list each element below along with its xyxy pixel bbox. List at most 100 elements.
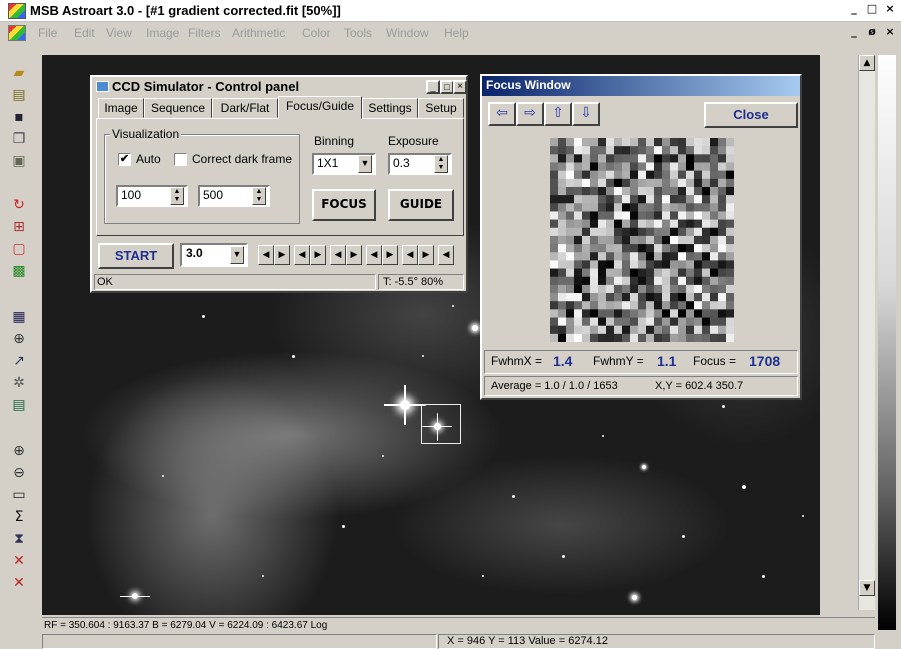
arrow-right-icon[interactable]: ⇨	[516, 102, 544, 126]
pixel	[670, 203, 679, 212]
menu-help[interactable]: Help	[444, 26, 469, 40]
pixel	[694, 178, 703, 188]
panel-close-button[interactable]: ×	[453, 80, 467, 94]
ccd-panel-titlebar[interactable]: CCD Simulator - Control panel	[92, 77, 466, 97]
move-left-button[interactable]: ◀	[330, 245, 346, 265]
menu-arithmetic[interactable]: Arithmetic	[232, 26, 285, 40]
close-button[interactable]: ×	[882, 3, 898, 17]
panel-minimize-button[interactable]: _	[426, 80, 440, 94]
selection-box[interactable]	[421, 404, 461, 444]
close-button[interactable]: Close	[704, 102, 798, 128]
move-left-button[interactable]: ◀	[366, 245, 382, 265]
correct-dark-checkbox[interactable]	[174, 153, 187, 166]
open-folder-icon[interactable]: ▰	[10, 64, 28, 82]
menu-tools[interactable]: Tools	[344, 26, 372, 40]
scroll-down-button[interactable]: ▼	[859, 580, 875, 596]
pixel	[614, 227, 623, 237]
palette-gradient[interactable]	[878, 55, 896, 630]
max-spinner[interactable]: ▲ ▼	[252, 187, 266, 205]
move-left-button[interactable]: ◀	[438, 245, 454, 265]
save-icon[interactable]: ▪	[10, 108, 28, 126]
start-button[interactable]: START	[98, 243, 174, 269]
tab-focus-guide[interactable]: Focus/Guide	[278, 96, 362, 119]
focus-button[interactable]: FOCUS	[312, 189, 376, 221]
pixel	[558, 252, 567, 261]
tab-setup[interactable]: Setup	[418, 98, 464, 118]
pixel	[630, 186, 639, 196]
move-left-button[interactable]: ◀	[402, 245, 418, 265]
move-right-button[interactable]: ▶	[418, 245, 434, 265]
graph-icon[interactable]: ⧗	[10, 530, 28, 548]
xy-text: X,Y = 602.4 350.7	[655, 380, 744, 392]
min-spinner[interactable]: ▲ ▼	[170, 187, 184, 205]
move-right-button[interactable]: ▶	[310, 245, 326, 265]
document-icon[interactable]	[8, 25, 26, 41]
pixel	[646, 293, 655, 302]
pixel	[718, 170, 727, 180]
compare-icon[interactable]: ⊞	[10, 218, 28, 236]
chevron-down-icon[interactable]: ▼	[230, 246, 244, 264]
pixel	[566, 317, 575, 326]
vertical-scrollbar[interactable]: ▲ ▼	[858, 55, 875, 610]
tab-image[interactable]: Image	[98, 98, 144, 118]
layers-icon[interactable]: ▢	[10, 240, 28, 258]
move-left-button[interactable]: ◀	[294, 245, 310, 265]
magnify-icon[interactable]: ⊕	[10, 330, 28, 348]
minimize-button[interactable]: _	[846, 3, 862, 17]
menu-filters[interactable]: Filters	[188, 26, 221, 40]
ccd-status-right: T: -5.5° 80%	[378, 274, 464, 290]
zoom-in-icon[interactable]: ⊕	[10, 442, 28, 460]
menu-file[interactable]: File	[38, 26, 57, 40]
pixel	[686, 284, 695, 294]
menu-view[interactable]: View	[106, 26, 132, 40]
pixel	[694, 309, 703, 318]
fit-icon[interactable]: ▭	[10, 486, 28, 504]
move-right-button[interactable]: ▶	[382, 245, 398, 265]
pixel	[606, 162, 615, 171]
menu-image[interactable]: Image	[146, 26, 179, 40]
menu-color[interactable]: Color	[302, 26, 331, 40]
pixel	[670, 227, 679, 237]
pixel	[638, 138, 647, 147]
move-right-button[interactable]: ▶	[346, 245, 362, 265]
zoom-out-icon[interactable]: ⊖	[10, 464, 28, 482]
guide-button[interactable]: GUIDE	[388, 189, 454, 221]
rotate-icon[interactable]: ↻	[10, 196, 28, 214]
stars-icon[interactable]: ✲	[10, 374, 28, 392]
pixel	[670, 301, 679, 310]
panel-maximize-button[interactable]: □	[440, 80, 454, 94]
xy-icon[interactable]: ↗	[10, 352, 28, 370]
arrow-left-icon[interactable]: ⇦	[488, 102, 516, 126]
copy-icon[interactable]: ❐	[10, 130, 28, 148]
focus-window-titlebar[interactable]: Focus Window	[482, 76, 800, 96]
child-minimize-button[interactable]: _	[846, 26, 862, 40]
pixel	[654, 195, 663, 204]
maximize-button[interactable]: □	[864, 3, 880, 17]
rgb-icon[interactable]: ▩	[10, 262, 28, 280]
child-restore-button[interactable]: ø	[864, 26, 880, 40]
tab-settings[interactable]: Settings	[362, 98, 418, 118]
sigma-icon[interactable]: Σ	[10, 508, 28, 526]
pixel	[718, 284, 727, 294]
menu-window[interactable]: Window	[386, 26, 429, 40]
tab-dark-flat[interactable]: Dark/Flat	[212, 98, 278, 118]
arrow-down-icon[interactable]: ⇩	[572, 102, 600, 126]
child-close-button[interactable]: ×	[882, 26, 898, 40]
shrink-icon[interactable]: ✕	[10, 574, 28, 592]
exposure-spinner[interactable]: ▲ ▼	[434, 155, 448, 173]
expand-icon[interactable]: ✕	[10, 552, 28, 570]
doc-icon[interactable]: ▤	[10, 396, 28, 414]
folder-icon[interactable]: ▤	[10, 86, 28, 104]
histogram-icon[interactable]: ▦	[10, 308, 28, 326]
chevron-down-icon[interactable]: ▼	[358, 155, 372, 173]
pixel	[550, 186, 559, 196]
clipboard-icon[interactable]: ▣	[10, 152, 28, 170]
arrow-up-icon[interactable]: ⇧	[544, 102, 572, 126]
move-right-button[interactable]: ▶	[274, 245, 290, 265]
pixel	[598, 146, 607, 155]
move-left-button[interactable]: ◀	[258, 245, 274, 265]
tab-sequence[interactable]: Sequence	[144, 98, 212, 118]
scroll-up-button[interactable]: ▲	[859, 55, 875, 71]
menu-edit[interactable]: Edit	[74, 26, 95, 40]
auto-checkbox[interactable]: ✔	[118, 153, 131, 166]
